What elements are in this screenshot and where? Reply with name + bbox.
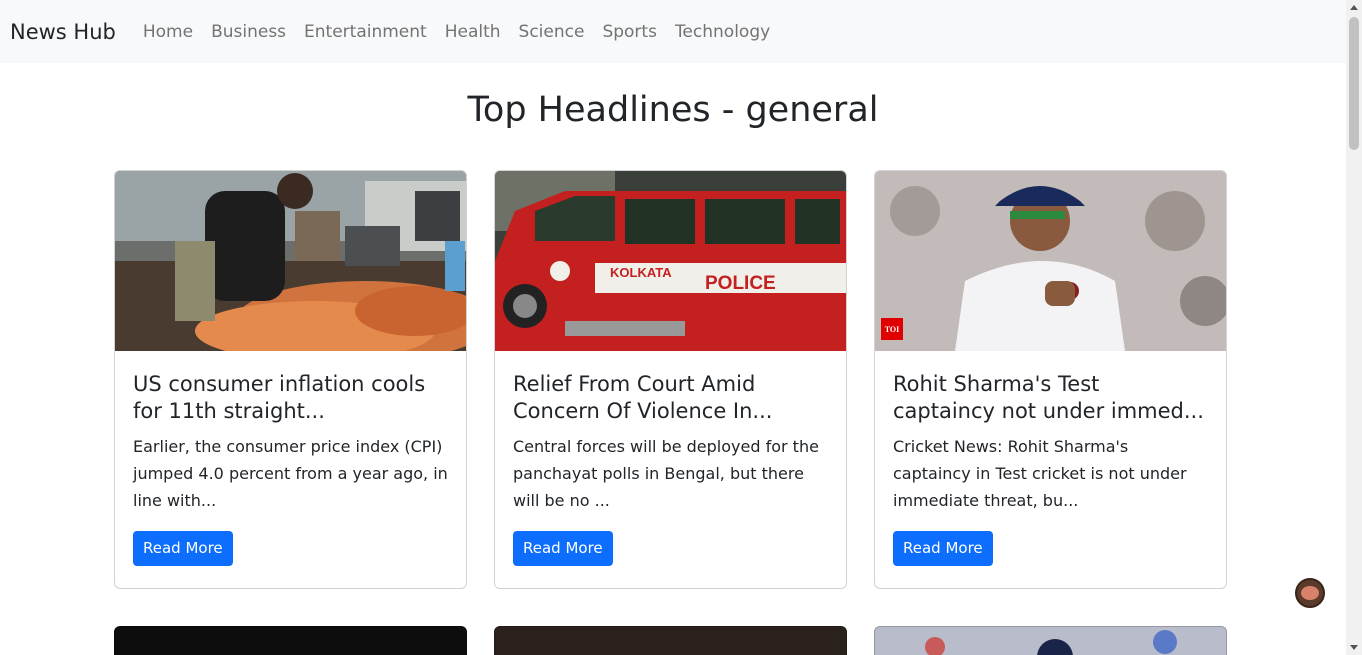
card-title[interactable]: Relief From Court Amid Concern Of Violen… xyxy=(513,371,828,425)
svg-text:POLICE: POLICE xyxy=(705,273,776,294)
news-card: US consumer inflation cools for 11th str… xyxy=(114,170,467,589)
card-description: Central forces will be deployed for the … xyxy=(513,437,819,510)
read-more-button[interactable]: Read More xyxy=(513,531,613,566)
svg-text:KOLKATA: KOLKATA xyxy=(610,265,672,280)
read-more-button[interactable]: Read More xyxy=(133,531,233,566)
avatar-face-icon xyxy=(1301,586,1319,600)
svg-text:TOI: TOI xyxy=(885,325,900,334)
nav-link-entertainment[interactable]: Entertainment xyxy=(304,22,427,42)
scrollbar[interactable] xyxy=(1346,0,1362,655)
news-card: KOLKATA POLICE Relief From Court Amid Co… xyxy=(494,170,847,589)
card-description: Earlier, the consumer price index (CPI) … xyxy=(133,437,448,510)
assistant-avatar-icon[interactable] xyxy=(1295,578,1325,608)
nav-link-business[interactable]: Business xyxy=(211,22,286,42)
card-title[interactable]: US consumer inflation cools for 11th str… xyxy=(133,371,448,425)
page-title: Top Headlines - general xyxy=(467,90,879,130)
nav-link-health[interactable]: Health xyxy=(445,22,501,42)
news-card[interactable] xyxy=(874,626,1227,655)
navbar: News Hub Home Business Entertainment Hea… xyxy=(0,0,1346,63)
nav-link-science[interactable]: Science xyxy=(519,22,585,42)
cricketer-image: TOI xyxy=(875,171,1226,351)
police-car-image: KOLKATA POLICE xyxy=(495,171,846,351)
nav-link-technology[interactable]: Technology xyxy=(675,22,770,42)
scroll-up-arrow-icon[interactable] xyxy=(1350,5,1358,10)
scrollbar-thumb[interactable] xyxy=(1349,17,1359,150)
market-carrots-image xyxy=(115,171,466,351)
scroll-down-arrow-icon[interactable] xyxy=(1350,645,1358,650)
brand-logo[interactable]: News Hub xyxy=(10,20,116,44)
news-card: TOI Rohit Sharma's Test captaincy not un… xyxy=(874,170,1227,589)
nav-link-sports[interactable]: Sports xyxy=(602,22,657,42)
nav-link-home[interactable]: Home xyxy=(143,22,193,42)
read-more-button[interactable]: Read More xyxy=(893,531,993,566)
card-image[interactable]: KOLKATA POLICE xyxy=(495,171,846,351)
card-description: Cricket News: Rohit Sharma's captaincy i… xyxy=(893,437,1187,510)
card-title[interactable]: Rohit Sharma's Test captaincy not under … xyxy=(893,371,1208,425)
card-image[interactable] xyxy=(115,171,466,351)
card-image[interactable]: TOI xyxy=(875,171,1226,351)
card-image xyxy=(875,627,1226,655)
news-card[interactable] xyxy=(494,626,847,655)
news-card[interactable] xyxy=(114,626,467,655)
